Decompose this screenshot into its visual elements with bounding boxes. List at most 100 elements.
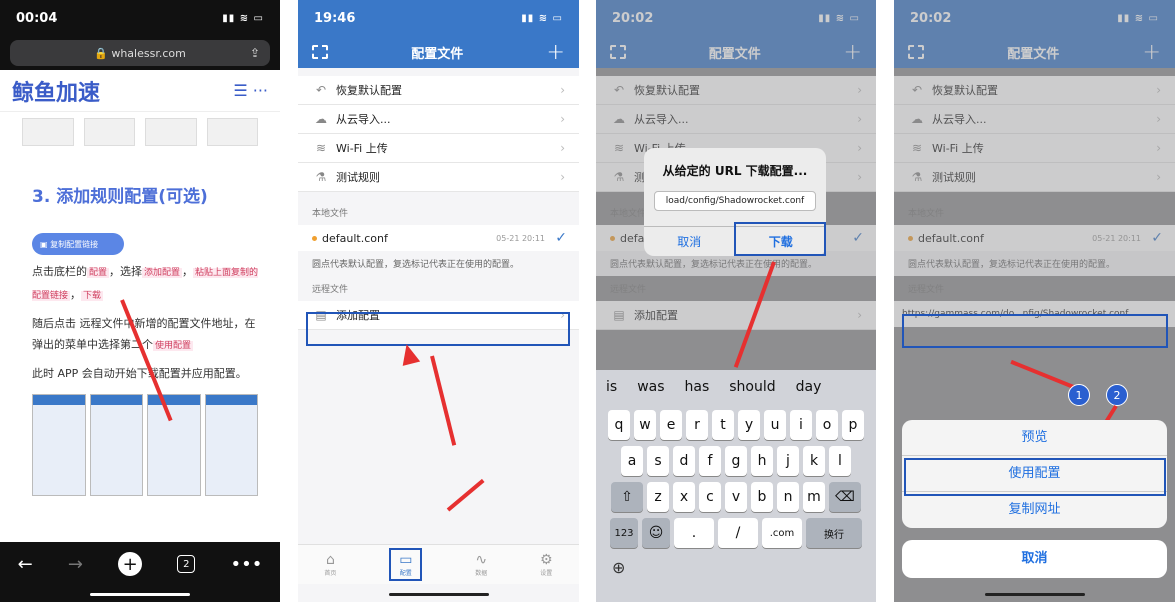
more-icon[interactable]: ••• [231,554,263,575]
slash-key[interactable]: / [718,518,758,548]
dot-key[interactable]: . [674,518,714,548]
nav-title: 配置文件 [1007,46,1060,62]
scan-icon[interactable] [908,45,924,59]
key[interactable]: y [738,410,760,440]
key[interactable]: i [790,410,812,440]
shift-key-icon[interactable]: ⇧ [611,482,643,512]
tab-home[interactable]: ⌂ 首页 [324,552,336,577]
key-row: qwertyuiop [596,410,876,440]
nav-bar: 配置文件 + [894,36,1175,68]
tabs-count-button[interactable]: 2 [177,555,196,573]
list-item[interactable]: ≋ Wi-Fi 上传 › [894,134,1175,163]
file-row[interactable]: default.conf 05-21 20:11 ✓ [894,225,1175,251]
suggestion[interactable]: should [729,379,775,395]
list-item[interactable]: ☁ 从云导入... › [894,105,1175,134]
status-bar: 19:46 ▮▮ ≋ ▭ [298,0,579,36]
actions-list: ↶ 恢复默认配置 › ☁ 从云导入... › ≋ Wi-Fi 上传 › ⚗ 测试规则 › [298,76,579,192]
add-config-row[interactable]: ▤ 添加配置 › [596,301,876,330]
tab-settings[interactable]: ⚙ 设置 [540,552,553,577]
key[interactable]: h [751,446,773,476]
key[interactable]: j [777,446,799,476]
key[interactable]: u [764,410,786,440]
tab-config[interactable]: ▭ 配置 [389,548,423,581]
share-icon[interactable]: ⇪ [250,46,260,60]
legend-note: 圆点代表默认配置，复选标记代表正在使用的配置。 [298,251,579,276]
url-input[interactable]: load/config/Shadowrocket.conf [654,191,816,211]
chevron-right-icon: › [1156,170,1161,184]
file-row[interactable]: default.conf 05-21 20:11 ✓ [298,225,579,251]
url-field[interactable]: 🔒 whalessr.com ⇪ [10,40,270,66]
signal-wifi-battery-icon: ▮▮ ≋ ▭ [222,12,264,24]
test-icon: ⚗ [911,170,923,184]
suggestion[interactable]: day [796,379,822,395]
suggestion[interactable]: was [637,379,664,395]
key[interactable]: x [673,482,695,512]
scan-icon[interactable] [610,45,626,59]
red-arrow [1010,359,1077,390]
preview-button[interactable]: 预览 [902,420,1167,456]
key[interactable]: v [725,482,747,512]
copy-url-button[interactable]: 复制网址 [902,492,1167,528]
site-name[interactable]: 鲸鱼加速 [12,75,100,107]
key[interactable]: b [751,482,773,512]
default-dot-icon [312,235,317,241]
copy-config-link-button[interactable]: ▣ 复制配置链接 [32,233,124,255]
key[interactable]: p [842,410,864,440]
key[interactable]: d [673,446,695,476]
chevron-right-icon: › [857,83,862,97]
actions-list: ↶ 恢复默认配置 › ☁ 从云导入... › ≋ Wi-Fi 上传 › ⚗ 测试规则 › [894,76,1175,192]
suggestion[interactable]: is [606,379,617,395]
menu-icon[interactable]: ☰ ··· [233,81,268,100]
list-item[interactable]: ≋ Wi-Fi 上传 › [298,134,579,163]
list-item[interactable]: ↶ 恢复默认配置 › [894,76,1175,105]
status-bar: 00:04 ▮▮ ≋ ▭ [0,0,280,36]
thumbnail-image [206,118,258,146]
forward-icon[interactable]: → [68,554,83,575]
add-icon[interactable]: + [547,40,565,65]
key[interactable]: m [803,482,825,512]
com-key[interactable]: .com [762,518,802,548]
list-item[interactable]: ⚗ 测试规则 › [894,163,1175,192]
home-indicator [984,593,1085,596]
default-dot-icon [908,235,913,241]
key[interactable]: n [777,482,799,512]
cloud-icon: ☁ [315,112,327,126]
list-item[interactable]: ☁ 从云导入... › [596,105,876,134]
cancel-button[interactable]: 取消 [644,227,736,256]
key[interactable]: f [699,446,721,476]
key[interactable]: k [803,446,825,476]
numbers-key[interactable]: 123 [610,518,638,548]
tab-data[interactable]: ∿ 数据 [475,552,487,577]
key[interactable]: a [621,446,643,476]
new-tab-icon[interactable]: + [118,552,143,576]
phone-browser: 00:04 ▮▮ ≋ ▭ 🔒 whalessr.com ⇪ 鲸鱼加速 ☰ ···… [0,0,280,602]
status-time: 20:02 [612,10,654,26]
suggestion[interactable]: has [685,379,710,395]
list-item[interactable]: ↶ 恢复默认配置 › [298,76,579,105]
back-icon[interactable]: ← [18,554,33,575]
list-item[interactable]: ☁ 从云导入... › [298,105,579,134]
add-icon[interactable]: + [1143,40,1161,65]
key[interactable]: z [647,482,669,512]
key[interactable]: r [686,410,708,440]
chevron-right-icon: › [560,112,565,126]
key[interactable]: w [634,410,656,440]
return-key[interactable]: 换行 [806,518,862,548]
key[interactable]: o [816,410,838,440]
scan-icon[interactable] [312,45,328,59]
globe-icon[interactable]: ⊕ [596,548,876,577]
cancel-button[interactable]: 取消 [902,540,1167,578]
key[interactable]: c [699,482,721,512]
key[interactable]: g [725,446,747,476]
delete-key-icon[interactable]: ⌫ [829,482,861,512]
key[interactable]: s [647,446,669,476]
emoji-key-icon[interactable]: ☺ [642,518,670,548]
add-icon[interactable]: + [844,40,862,65]
key[interactable]: e [660,410,682,440]
key[interactable]: t [712,410,734,440]
list-item[interactable]: ↶ 恢复默认配置 › [596,76,876,105]
thumbnail-image [145,118,197,146]
key[interactable]: q [608,410,630,440]
key[interactable]: l [829,446,851,476]
list-item[interactable]: ⚗ 测试规则 › [298,163,579,192]
